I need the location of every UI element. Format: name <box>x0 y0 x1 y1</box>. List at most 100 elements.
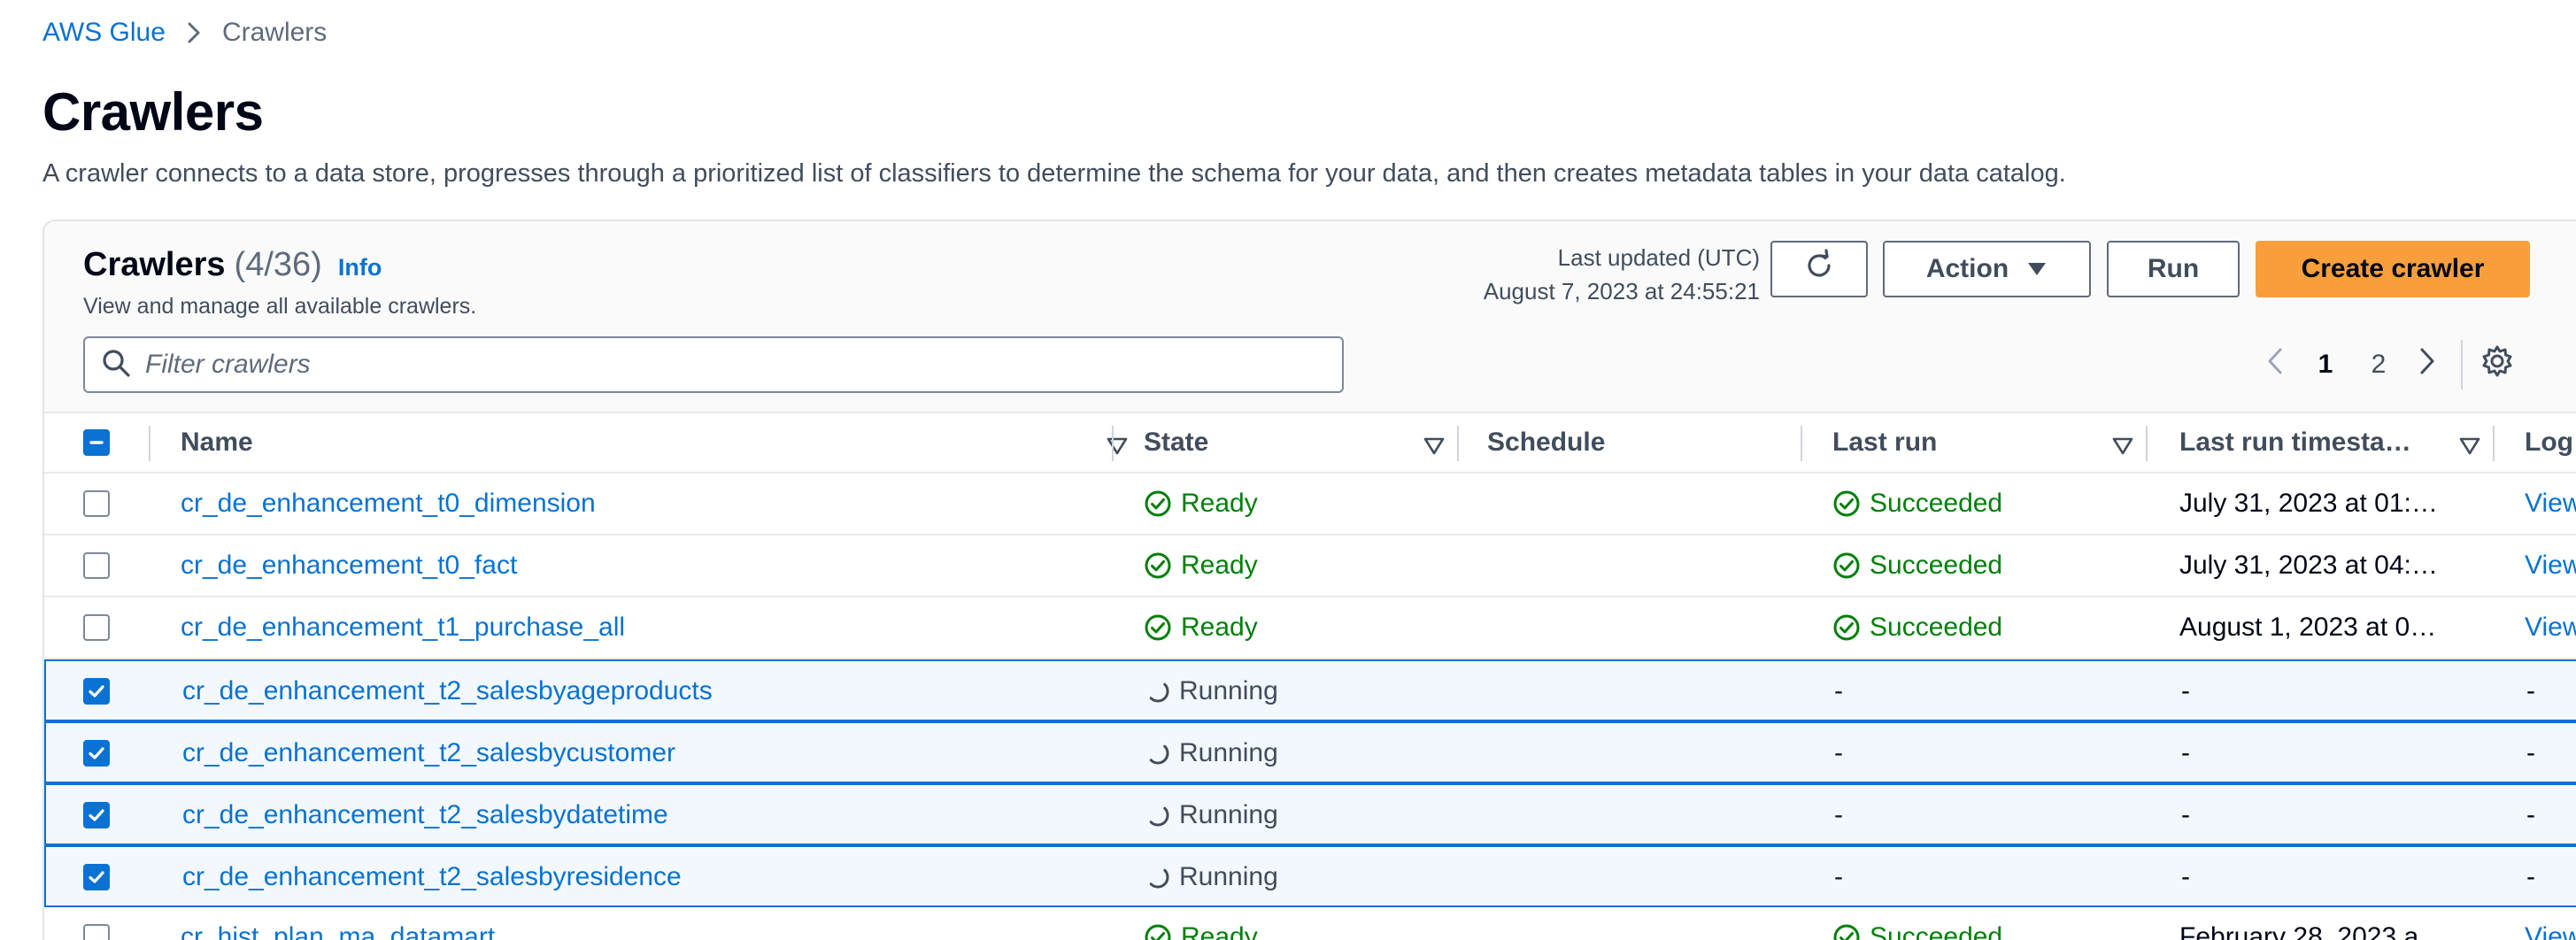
page-description: A crawler connects to a data store, prog… <box>42 159 2066 188</box>
table-preferences-button[interactable] <box>2475 345 2519 384</box>
spinner-icon <box>1145 741 1170 766</box>
column-header-logs-label: Log <box>2525 428 2573 457</box>
crawler-state: Running <box>1145 847 1446 907</box>
crawler-last-run-timestamp: July 31, 2023 at 04:… <box>2179 551 2438 580</box>
crawler-name-link[interactable]: cr_hist_plan_ma_datamart <box>181 907 1101 940</box>
info-link[interactable]: Info <box>338 254 382 281</box>
crawler-last-run-timestamp: - <box>2181 676 2190 705</box>
view-logs-link[interactable]: View <box>2525 474 2576 534</box>
state-label: Running <box>1179 738 1278 767</box>
column-divider <box>1801 426 1802 461</box>
last-run-status: Succeeded <box>1832 489 2002 519</box>
action-button-label: Action <box>1925 254 2009 283</box>
crawler-name-link[interactable]: cr_de_enhancement_t2_salesbycustomer <box>182 723 1103 783</box>
last-run-label: - <box>1834 862 1843 891</box>
chevron-right-icon <box>2418 346 2436 383</box>
column-header-state-label: State <box>1144 428 1209 457</box>
panel-title-text: Crawlers <box>83 246 226 283</box>
row-checkbox[interactable] <box>83 535 119 596</box>
refresh-button[interactable] <box>1770 241 1868 297</box>
crawler-last-run: Succeeded <box>1832 907 2133 940</box>
table-row[interactable]: cr_de_enhancement_t2_salesbydatetime Runn… <box>44 783 2576 845</box>
state-status: Running <box>1145 800 1278 830</box>
crawler-state: Ready <box>1144 535 1445 596</box>
filter-crawlers-field[interactable] <box>83 336 1344 393</box>
table-row[interactable]: cr_de_enhancement_t0_dimension Ready Succe… <box>44 474 2576 535</box>
state-status: Running <box>1145 862 1278 892</box>
column-divider <box>1112 426 1114 461</box>
pagination-page-2[interactable]: 2 <box>2356 345 2401 384</box>
page-title: Crawlers <box>42 82 264 142</box>
sort-icon <box>1423 433 1445 463</box>
crawler-schedule <box>1487 474 1788 534</box>
crawler-last-run: - <box>1834 847 2135 907</box>
search-icon <box>101 348 131 382</box>
pagination-previous-button[interactable] <box>2257 345 2293 384</box>
last-updated-value: August 7, 2023 at 24:55:21 <box>1483 278 1760 304</box>
breadcrumb-aws-glue-link[interactable]: AWS Glue <box>42 18 166 48</box>
crawler-name-link[interactable]: cr_de_enhancement_t0_fact <box>181 535 1101 596</box>
panel-title: Crawlers (4/36) Info <box>83 246 382 284</box>
row-checkbox[interactable] <box>83 474 119 534</box>
row-checkbox[interactable] <box>83 907 119 940</box>
crawler-last-run: Succeeded <box>1832 474 2133 534</box>
checkbox-icon <box>83 614 110 641</box>
table-row[interactable]: cr_de_enhancement_t1_purchase_all Ready Su… <box>44 597 2576 659</box>
filter-crawlers-input[interactable] <box>145 350 1296 380</box>
table-row[interactable]: cr_de_enhancement_t2_salesbycustomer Runn… <box>44 721 2576 783</box>
select-all-checkbox[interactable] <box>83 413 119 472</box>
settings-gear-icon <box>2480 343 2515 386</box>
last-run-status: Succeeded <box>1832 922 2002 940</box>
action-dropdown-button[interactable]: Action <box>1883 241 2091 297</box>
column-divider <box>1457 426 1459 461</box>
crawler-schedule <box>1489 785 1790 845</box>
crawler-schedule <box>1487 907 1788 940</box>
column-header-logs[interactable]: Log <box>2525 413 2576 472</box>
pagination-page-1[interactable]: 1 <box>2303 345 2348 384</box>
table-row[interactable]: cr_de_enhancement_t0_fact Ready Succeeded J… <box>44 535 2576 597</box>
view-logs-link[interactable]: View <box>2525 907 2576 940</box>
state-status: Running <box>1145 676 1278 706</box>
view-logs-link[interactable]: View <box>2525 535 2576 596</box>
column-divider <box>2146 426 2148 461</box>
state-status: Ready <box>1144 922 1258 940</box>
checkbox-icon <box>83 678 110 705</box>
crawler-name-link[interactable]: cr_de_enhancement_t2_salesbydatetime <box>182 785 1103 845</box>
row-checkbox[interactable] <box>83 661 119 721</box>
crawler-name-link[interactable]: cr_de_enhancement_t2_salesbyageproducts <box>182 661 1103 721</box>
status-success-icon <box>1144 551 1172 580</box>
last-run-label: - <box>1834 676 1843 705</box>
status-success-icon <box>1144 613 1172 642</box>
crawler-last-run-timestamp: February 28, 2023 a… <box>2179 922 2446 940</box>
table-row[interactable]: cr_hist_plan_ma_datamart Ready Succeeded Fe… <box>44 907 2576 940</box>
column-divider <box>2493 426 2495 461</box>
table-row[interactable]: cr_de_enhancement_t2_salesbyageproducts R… <box>44 659 2576 721</box>
row-checkbox[interactable] <box>83 723 119 783</box>
last-updated-label: Last updated (UTC) <box>1557 244 1760 271</box>
column-header-last-run-timestamp[interactable]: Last run timesta… <box>2179 413 2507 472</box>
row-checkbox[interactable] <box>83 847 119 907</box>
checkbox-icon <box>83 740 110 767</box>
crawler-name-link[interactable]: cr_de_enhancement_t2_salesbyresidence <box>182 847 1103 907</box>
checkbox-icon <box>83 864 110 890</box>
create-crawler-button[interactable]: Create crawler <box>2256 241 2530 297</box>
column-header-schedule[interactable]: Schedule <box>1487 413 1815 472</box>
row-checkbox[interactable] <box>83 597 119 658</box>
row-checkbox[interactable] <box>83 785 119 845</box>
crawler-schedule <box>1489 661 1790 721</box>
view-logs-link[interactable]: View <box>2525 597 2576 658</box>
column-header-state[interactable]: State <box>1144 413 1471 472</box>
column-divider <box>149 426 150 461</box>
crawler-name-link[interactable]: cr_de_enhancement_t0_dimension <box>181 474 1101 534</box>
crawler-schedule <box>1487 535 1788 596</box>
checkbox-icon <box>83 429 110 456</box>
pagination-next-button[interactable] <box>2410 345 2445 384</box>
crawler-name-link[interactable]: cr_de_enhancement_t1_purchase_all <box>181 597 1101 658</box>
column-header-name[interactable]: Name <box>181 413 1154 472</box>
table-row[interactable]: cr_de_enhancement_t2_salesbyresidence Run… <box>44 845 2576 907</box>
last-run-status: Succeeded <box>1832 613 2002 643</box>
column-header-last-run[interactable]: Last run <box>1832 413 2160 472</box>
run-button[interactable]: Run <box>2107 241 2240 297</box>
state-label: Running <box>1179 676 1278 705</box>
logs-empty: - <box>2526 738 2535 767</box>
